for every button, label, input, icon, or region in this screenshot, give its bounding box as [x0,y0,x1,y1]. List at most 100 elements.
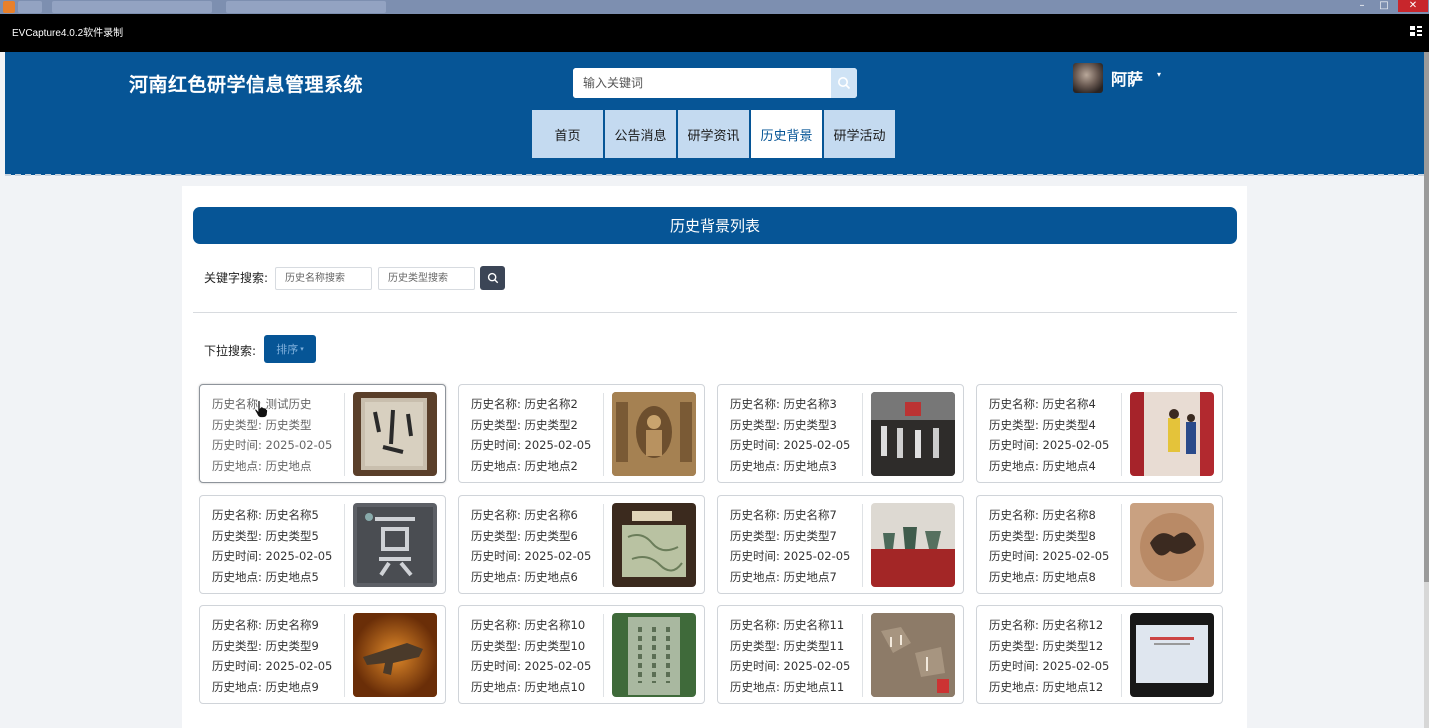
header-search-input[interactable] [573,68,829,98]
history-thumbnail[interactable] [871,613,955,697]
header-divider [5,174,1424,177]
history-time-text: 历史时间: 2025-02-05 [212,659,333,673]
history-thumbnail[interactable] [353,503,437,587]
avatar[interactable] [1073,63,1103,93]
filter-divider [193,312,1237,313]
history-time-text: 历史时间: 2025-02-05 [730,659,851,673]
history-thumbnail[interactable] [871,392,955,476]
sort-dropdown-button[interactable]: 排序 ▾ [264,335,316,363]
user-name[interactable]: 阿萨 [1111,66,1143,90]
history-name-text: 历史名称: 历史名称9 [212,618,319,632]
site-header: 河南红色研学信息管理系统 阿萨 ▾ 首页 公告消息 研学资讯 历史背景 研学活动 [5,52,1424,175]
history-time-text: 历史时间: 2025-02-05 [989,659,1110,673]
history-card-info: 历史名称: 历史名称11 历史类型: 历史类型11 历史时间: 2025-02-05… [730,615,850,697]
history-card[interactable]: 历史名称: 历史名称6 历史类型: 历史类型6 历史时间: 2025-02-05 历史… [458,495,705,594]
history-name-text: 历史名称: 历史名称8 [989,508,1096,522]
history-thumbnail[interactable] [1130,503,1214,587]
history-type-text: 历史类型: 历史类型12 [989,638,1104,653]
page-scrollbar-thumb[interactable] [1424,52,1429,582]
history-place-text: 历史地点: 历史地点8 [989,569,1096,584]
card-divider [862,504,863,587]
history-place-text: 历史地点: 历史地点5 [212,569,319,584]
history-card[interactable]: 历史名称: 历史名称10 历史类型: 历史类型10 历史时间: 2025-02-05… [458,605,705,704]
nav-item-history[interactable]: 历史背景 [751,110,822,158]
history-thumbnail[interactable] [1130,392,1214,476]
history-card[interactable]: 历史名称: 历史名称4 历史类型: 历史类型4 历史时间: 2025-02-05 历史… [976,384,1223,483]
history-card[interactable]: 历史名称: 历史名称9 历史类型: 历史类型9 历史时间: 2025-02-05 历史… [199,605,446,704]
history-name-text: 历史名称: 历史名称2 [471,397,578,411]
history-card-info: 历史名称: 历史名称4 历史类型: 历史类型4 历史时间: 2025-02-05 历史… [989,394,1109,476]
history-name-text: 历史名称: 历史名称10 [471,618,586,632]
history-place-text: 历史地点: 历史地点6 [471,569,578,584]
browser-tab[interactable] [52,1,212,13]
history-place-text: 历史地点: 历史地点9 [212,679,319,694]
history-card-info: 历史名称: 历史名称3 历史类型: 历史类型3 历史时间: 2025-02-05 历史… [730,394,850,476]
history-type-text: 历史类型: 历史类型6 [471,528,578,543]
nav-item-home[interactable]: 首页 [532,110,603,158]
history-type-text: 历史类型: 历史类型4 [989,417,1096,432]
history-card[interactable]: 历史名称: 历史名称11 历史类型: 历史类型11 历史时间: 2025-02-05… [717,605,964,704]
list-title-banner: 历史背景列表 [193,207,1237,244]
capture-title: EVCapture4.0.2软件录制 [12,28,124,39]
history-card-info: 历史名称: 历史名称8 历史类型: 历史类型8 历史时间: 2025-02-05 历史… [989,505,1109,587]
chevron-down-icon: ▾ [300,345,304,353]
history-type-text: 历史类型: 历史类型3 [730,417,837,432]
card-divider [1121,393,1122,476]
chevron-down-icon[interactable]: ▾ [1157,70,1161,79]
header-search [573,68,857,98]
history-thumbnail[interactable] [612,503,696,587]
history-card[interactable]: 历史名称: 历史名称3 历史类型: 历史类型3 历史时间: 2025-02-05 历史… [717,384,964,483]
search-icon [487,272,498,284]
history-name-text: 历史名称: 测试历史 [212,397,312,411]
history-thumbnail[interactable] [612,613,696,697]
minimize-button[interactable]: – [1352,0,1372,12]
nav-item-news[interactable]: 研学资讯 [678,110,749,158]
nav-item-activities[interactable]: 研学活动 [824,110,895,158]
card-divider [603,393,604,476]
history-name-search-input[interactable]: 历史名称搜索 [275,267,372,290]
card-divider [344,504,345,587]
main-nav: 首页 公告消息 研学资讯 历史背景 研学活动 [532,110,897,158]
history-time-text: 历史时间: 2025-02-05 [730,549,851,563]
history-card[interactable]: 历史名称: 历史名称12 历史类型: 历史类型12 历史时间: 2025-02-05… [976,605,1223,704]
history-type-text: 历史类型: 历史类型7 [730,528,837,543]
browser-tab[interactable] [226,1,386,13]
history-card-info: 历史名称: 历史名称6 历史类型: 历史类型6 历史时间: 2025-02-05 历史… [471,505,591,587]
sort-label: 排序 [276,343,299,356]
app-icon[interactable] [3,1,15,13]
history-time-text: 历史时间: 2025-02-05 [471,549,592,563]
search-icon [838,77,851,90]
header-search-button[interactable] [831,68,857,98]
history-thumbnail[interactable] [1130,613,1214,697]
list-search-button[interactable] [480,266,505,290]
history-type-search-input[interactable]: 历史类型搜索 [378,267,475,290]
history-name-text: 历史名称: 历史名称7 [730,508,837,522]
history-thumbnail[interactable] [612,392,696,476]
history-card[interactable]: 历史名称: 历史名称7 历史类型: 历史类型7 历史时间: 2025-02-05 历史… [717,495,964,594]
history-name-text: 历史名称: 历史名称12 [989,618,1104,632]
history-type-text: 历史类型: 历史类型10 [471,638,586,653]
split-icon[interactable] [1409,24,1423,42]
browser-tab[interactable] [18,1,42,13]
history-time-text: 历史时间: 2025-02-05 [471,659,592,673]
history-thumbnail[interactable] [871,503,955,587]
history-card-info: 历史名称: 历史名称2 历史类型: 历史类型2 历史时间: 2025-02-05 历史… [471,394,591,476]
history-time-text: 历史时间: 2025-02-05 [989,549,1110,563]
card-divider [1121,614,1122,697]
close-button[interactable]: ✕ [1398,0,1428,12]
history-time-text: 历史时间: 2025-02-05 [212,438,333,452]
history-name-text: 历史名称: 历史名称3 [730,397,837,411]
nav-item-notices[interactable]: 公告消息 [605,110,676,158]
history-card[interactable]: 历史名称: 测试历史 历史类型: 历史类型 历史时间: 2025-02-05 历史地点… [199,384,446,483]
history-thumbnail[interactable] [353,392,437,476]
card-divider [344,393,345,476]
history-card[interactable]: 历史名称: 历史名称5 历史类型: 历史类型5 历史时间: 2025-02-05 历史… [199,495,446,594]
history-card[interactable]: 历史名称: 历史名称2 历史类型: 历史类型2 历史时间: 2025-02-05 历史… [458,384,705,483]
card-divider [344,614,345,697]
card-divider [603,614,604,697]
history-time-text: 历史时间: 2025-02-05 [471,438,592,452]
maximize-button[interactable]: □ [1374,0,1394,12]
history-thumbnail[interactable] [353,613,437,697]
history-card-info: 历史名称: 历史名称10 历史类型: 历史类型10 历史时间: 2025-02-05… [471,615,591,697]
history-card[interactable]: 历史名称: 历史名称8 历史类型: 历史类型8 历史时间: 2025-02-05 历史… [976,495,1223,594]
